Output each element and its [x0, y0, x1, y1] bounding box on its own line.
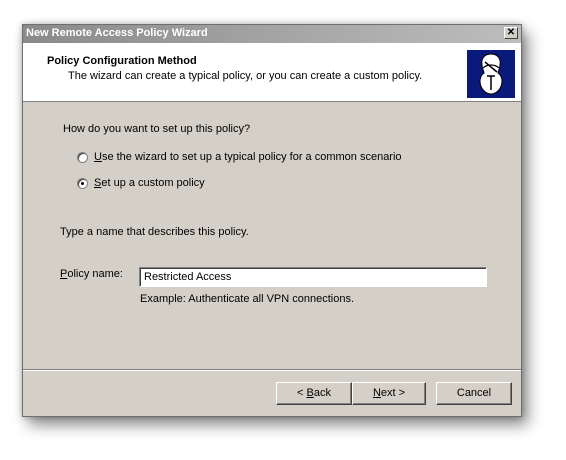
- page-title: Policy Configuration Method: [47, 55, 197, 67]
- close-button[interactable]: ✕: [504, 27, 518, 39]
- wizard-header: Policy Configuration Method The wizard c…: [23, 43, 521, 102]
- policy-name-label: Policy name:: [60, 268, 123, 280]
- back-prefix: <: [297, 387, 307, 399]
- name-instruction: Type a name that describes this policy.: [60, 226, 249, 238]
- cancel-button[interactable]: Cancel: [436, 382, 512, 405]
- canvas: New Remote Access Policy Wizard ✕ Policy…: [0, 0, 566, 460]
- close-icon: ✕: [506, 27, 516, 38]
- next-label-rest: ext >: [380, 387, 406, 399]
- back-label-rest: ack: [313, 387, 331, 399]
- typical-policy-mnemonic: U: [94, 151, 102, 163]
- next-mnemonic: N: [372, 387, 381, 399]
- custom-policy-option-label[interactable]: Set up a custom policy: [94, 177, 205, 189]
- typical-policy-radio[interactable]: [77, 152, 88, 163]
- custom-policy-radio[interactable]: [77, 178, 88, 189]
- footer-separator: [23, 369, 521, 371]
- title-bar[interactable]: New Remote Access Policy Wizard ✕: [23, 25, 521, 43]
- typical-policy-label-rest: se the wizard to set up a typical policy…: [101, 151, 402, 163]
- page-subtitle: The wizard can create a typical policy, …: [68, 70, 423, 82]
- custom-policy-label-rest: et up a custom policy: [101, 177, 205, 189]
- policy-name-label-rest: olicy name:: [67, 268, 123, 280]
- typical-policy-option-label[interactable]: Use the wizard to set up a typical polic…: [94, 151, 402, 163]
- back-mnemonic: B: [306, 387, 314, 399]
- policy-name-input[interactable]: [139, 267, 487, 287]
- window-title: New Remote Access Policy Wizard: [26, 27, 208, 39]
- wizard-icon: [467, 50, 515, 98]
- back-button[interactable]: < Back: [276, 382, 352, 405]
- wizard-dialog: New Remote Access Policy Wizard ✕ Policy…: [22, 24, 522, 417]
- next-button[interactable]: Next >: [352, 382, 426, 405]
- policy-name-example: Example: Authenticate all VPN connection…: [140, 293, 355, 305]
- setup-question-label: How do you want to set up this policy?: [63, 123, 251, 135]
